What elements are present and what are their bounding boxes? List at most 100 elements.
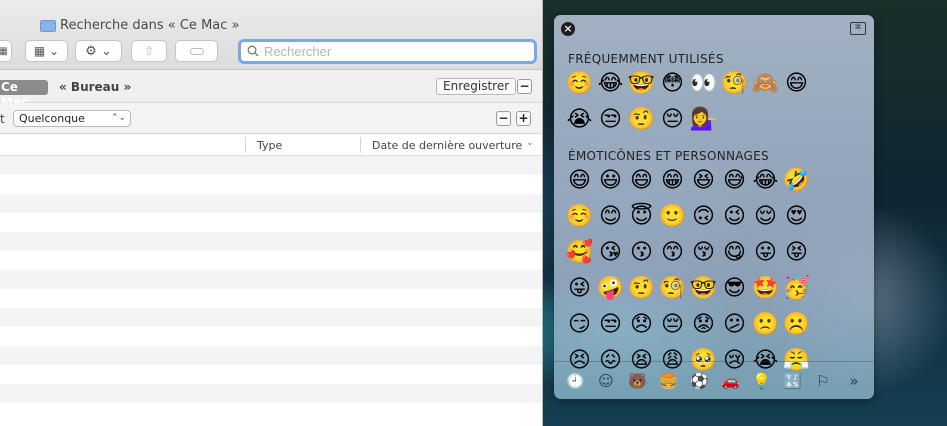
search-scope-bar: Ce Mac « Bureau » Enregistrer − (0, 70, 542, 109)
emoji-button[interactable]: 🧐 (719, 66, 750, 102)
emoji-button[interactable]: 🥰 (564, 235, 595, 271)
criteria-select-value: Quelconque (19, 112, 85, 125)
emoji-button[interactable]: 😁 (657, 163, 688, 199)
emoji-button[interactable]: 😄 (564, 163, 595, 199)
emoji-button[interactable]: 😇 (626, 199, 657, 235)
emoji-button[interactable]: 👀 (688, 66, 719, 102)
emoji-button[interactable]: 🤓 (626, 66, 657, 102)
emoji-button[interactable]: 😛 (750, 235, 781, 271)
flag-icon[interactable]: ⚐ (814, 372, 832, 390)
emoji-button[interactable]: 😏 (564, 307, 595, 343)
grid-view-button[interactable]: ▦ ⌄ (25, 40, 68, 62)
list-row (0, 403, 542, 422)
list-row (0, 308, 542, 327)
food-icon[interactable]: 🍔 (659, 372, 678, 390)
emoji-button[interactable]: 😒 (595, 307, 626, 343)
clock-icon[interactable]: 🕘 (566, 372, 585, 390)
list-row (0, 346, 542, 365)
emoji-button[interactable]: 😄 (781, 66, 812, 102)
emoji-grid-smileys: 😄 😃 😄 😁 😆 😅 😂 🤣 ☺️ 😊 😇 🙂 🙃 😉 😌 😍 🥰 😘 😗 😙 😚 😋 😛 😝 😜 🤪 🤨 🧐 🤓 😎 🤩 🥳 😏 😒 😞 😔 😟 😕 🙁… (564, 163, 812, 379)
keyboard-viewer-icon[interactable]: ⌘ (850, 22, 866, 35)
emoji-button[interactable]: 😙 (657, 235, 688, 271)
list-row (0, 213, 542, 232)
emoji-button[interactable]: 😔 (657, 307, 688, 343)
list-row (0, 232, 542, 251)
bear-icon[interactable]: 🐻 (628, 372, 647, 390)
emoji-button[interactable]: 😟 (688, 307, 719, 343)
smiley-icon[interactable]: ☺ (597, 372, 615, 390)
emoji-button[interactable]: 😕 (719, 307, 750, 343)
save-search-button[interactable]: Enregistrer (436, 78, 517, 95)
emoji-button[interactable]: 😊 (595, 199, 626, 235)
grid-view-icon: ▦ ⌄ (33, 44, 60, 58)
tag-button[interactable] (175, 40, 218, 62)
list-row (0, 194, 542, 213)
view-list-button[interactable]: ▦ (0, 40, 12, 62)
search-field[interactable] (238, 39, 537, 64)
emoji-button[interactable]: 😘 (595, 235, 626, 271)
criteria-remove-button[interactable]: − (496, 111, 511, 126)
scope-desktop[interactable]: « Bureau » (59, 80, 131, 94)
emoji-button[interactable]: 😔 (657, 102, 688, 138)
column-type[interactable]: Type (257, 139, 282, 152)
emoji-button[interactable]: ☹️ (781, 307, 812, 343)
emoji-button[interactable]: 🤪 (595, 271, 626, 307)
action-menu-button[interactable]: ⚙ ⌄ (75, 40, 122, 62)
scope-remove-button[interactable]: − (517, 79, 532, 94)
criteria-select[interactable]: Quelconque ⌃⌄ (13, 110, 131, 127)
search-icon (247, 42, 259, 61)
emoji-button[interactable]: 🤩 (750, 271, 781, 307)
emoji-button[interactable]: 😗 (626, 235, 657, 271)
emoji-button[interactable]: 😌 (750, 199, 781, 235)
emoji-button[interactable]: 😃 (595, 163, 626, 199)
list-row (0, 365, 542, 384)
emoji-button[interactable]: 😆 (688, 163, 719, 199)
emoji-button[interactable]: 😜 (564, 271, 595, 307)
emoji-button[interactable]: 😄 (626, 163, 657, 199)
emoji-button[interactable]: 🙁 (750, 307, 781, 343)
emoji-button[interactable]: 😒 (595, 102, 626, 138)
more-icon[interactable]: » (845, 372, 863, 390)
car-icon[interactable]: 🚗 (721, 372, 740, 390)
emoji-button[interactable]: 😭 (564, 102, 595, 138)
close-icon[interactable]: × (561, 22, 575, 36)
emoji-button[interactable]: 😞 (626, 307, 657, 343)
column-last-opened[interactable]: Date de dernière ouverture (372, 139, 522, 152)
emoji-button[interactable]: 😂 (750, 163, 781, 199)
emoji-button[interactable]: 🙈 (750, 66, 781, 102)
emoji-button[interactable]: 😍 (781, 199, 812, 235)
emoji-button[interactable]: 🙂 (657, 199, 688, 235)
emoji-button[interactable]: 😳 (657, 66, 688, 102)
emoji-button[interactable]: 🙃 (688, 199, 719, 235)
emoji-button[interactable]: 🥳 (781, 271, 812, 307)
scope-this-mac[interactable]: Ce Mac (0, 80, 48, 109)
emoji-button[interactable]: 🧐 (657, 271, 688, 307)
emoji-button[interactable]: 🤓 (688, 271, 719, 307)
emoji-button[interactable]: 🤨 (626, 271, 657, 307)
emoji-button[interactable]: 😂 (595, 66, 626, 102)
emoji-button[interactable]: 😝 (781, 235, 812, 271)
emoji-button[interactable]: 😉 (719, 199, 750, 235)
emoji-button[interactable]: 🤣 (781, 163, 812, 199)
emoji-button[interactable]: 😋 (719, 235, 750, 271)
emoji-button[interactable]: 😅 (719, 163, 750, 199)
emoji-button[interactable]: ☺️ (564, 199, 595, 235)
criteria-add-button[interactable]: + (516, 111, 531, 126)
results-list (0, 156, 542, 422)
emoji-button[interactable]: 💁‍♀️ (688, 102, 719, 138)
search-input[interactable] (264, 44, 524, 59)
search-folder-icon (40, 19, 56, 32)
emoji-button[interactable]: 😚 (688, 235, 719, 271)
tag-icon (189, 47, 204, 55)
emoji-button[interactable]: ☺️ (564, 66, 595, 102)
window-title-text: Recherche dans « Ce Mac » (60, 18, 240, 33)
share-button[interactable]: ⇧ (131, 40, 167, 62)
list-row (0, 251, 542, 270)
list-row (0, 289, 542, 308)
symbols-icon[interactable]: 🔣 (783, 372, 802, 390)
ball-icon[interactable]: ⚽ (690, 372, 709, 390)
emoji-button[interactable]: 😎 (719, 271, 750, 307)
category-bar: 🕘 ☺ 🐻 🍔 ⚽ 🚗 💡 🔣 ⚐ » (554, 361, 874, 399)
bulb-icon[interactable]: 💡 (752, 372, 771, 390)
emoji-button[interactable]: 🤨 (626, 102, 657, 138)
